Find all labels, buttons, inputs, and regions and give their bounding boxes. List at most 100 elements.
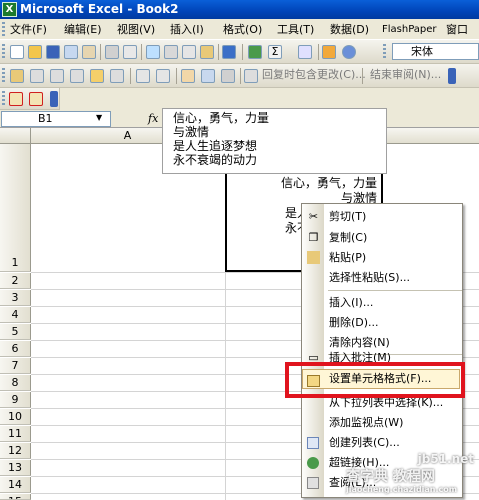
row-header-5[interactable]: 5 xyxy=(0,324,31,340)
edit-icon[interactable] xyxy=(181,69,195,83)
row-header-12[interactable]: 12 xyxy=(0,443,31,459)
name-box-value: B1 xyxy=(38,112,53,125)
menubar-grip[interactable] xyxy=(2,22,5,37)
menu-item-insert[interactable]: 插入(I)... xyxy=(302,292,462,314)
excel-icon[interactable]: X xyxy=(2,2,17,17)
name-box[interactable]: B1 xyxy=(1,111,111,127)
list-icon xyxy=(307,437,319,449)
toolbar-separator xyxy=(218,44,219,60)
send-icon[interactable] xyxy=(221,69,235,83)
row-header-11[interactable]: 11 xyxy=(0,426,31,442)
menu-item-label: 删除(D)... xyxy=(329,316,379,329)
font-name-value: 宋体 xyxy=(411,45,433,58)
sort-ascending-icon[interactable] xyxy=(298,45,312,59)
row-header-15[interactable]: 15 xyxy=(0,494,31,500)
row-header-6[interactable]: 6 xyxy=(0,341,31,357)
undo-icon[interactable] xyxy=(222,45,236,59)
show-comment-icon[interactable] xyxy=(70,69,84,83)
menu-insert[interactable]: 插入(I) xyxy=(170,22,204,37)
print-preview-icon[interactable] xyxy=(123,45,137,59)
end-review-button[interactable]: 结束审阅(N)... xyxy=(370,67,441,83)
previous-comment-icon[interactable] xyxy=(30,69,44,83)
save-icon[interactable] xyxy=(46,45,60,59)
toolbar-separator xyxy=(130,68,131,84)
cut-icon[interactable] xyxy=(164,45,178,59)
menu-view[interactable]: 视图(V) xyxy=(117,22,155,37)
menu-edit[interactable]: 编辑(E) xyxy=(64,22,102,37)
menu-item-create-list[interactable]: 创建列表(C)... xyxy=(302,432,462,454)
row-header-14[interactable]: 14 xyxy=(0,477,31,493)
email-icon[interactable] xyxy=(82,45,96,59)
menu-window[interactable]: 窗口(W) xyxy=(446,22,479,51)
menu-item-paste-special[interactable]: 选择性粘贴(S)... xyxy=(302,267,462,289)
font-name-box[interactable]: 宋体 xyxy=(392,43,479,60)
row-header-9[interactable]: 9 xyxy=(0,392,31,408)
chevron-down-icon[interactable]: ▼ xyxy=(96,113,102,122)
row-header-2[interactable]: 2 xyxy=(0,273,31,289)
copy-icon[interactable] xyxy=(182,45,196,59)
menu-item-label: 复制(C) xyxy=(329,231,368,244)
menu-data[interactable]: 数据(D) xyxy=(330,22,369,37)
cell-text-line: 信心，勇气，力量 xyxy=(280,176,377,190)
menu-item-paste[interactable]: 粘贴(P) xyxy=(302,247,462,269)
menu-item-delete[interactable]: 删除(D)... xyxy=(302,312,462,334)
open-icon[interactable] xyxy=(28,45,42,59)
row-header-13[interactable]: 13 xyxy=(0,460,31,476)
row-header-1[interactable]: 1 xyxy=(0,144,31,272)
menu-separator xyxy=(328,290,462,291)
hyperlink-icon[interactable] xyxy=(248,45,262,59)
row-header-3[interactable]: 3 xyxy=(0,290,31,306)
menu-item-label: 从下拉列表中选择(K)... xyxy=(329,396,444,409)
watermark-brand: jb51.net xyxy=(417,452,474,466)
pdf-mail-icon[interactable] xyxy=(29,92,43,106)
pdf-icon[interactable] xyxy=(9,92,23,106)
standard-toolbar: Σ 宋体 xyxy=(0,40,479,64)
menu-item-add-watch[interactable]: 添加监视点(W) xyxy=(302,412,462,434)
toolbar-grip[interactable] xyxy=(383,44,386,60)
fx-icon[interactable]: fx xyxy=(148,112,158,125)
format-cells-icon xyxy=(307,375,320,387)
autosum-icon[interactable]: Σ xyxy=(268,45,282,59)
help-icon[interactable] xyxy=(342,45,356,59)
new-icon[interactable] xyxy=(10,45,24,59)
toolbar-separator xyxy=(176,68,177,84)
menu-bar: 文件(F) 编辑(E) 视图(V) 插入(I) 格式(O) 工具(T) 数据(D… xyxy=(0,19,479,51)
menu-item-cut[interactable]: ✂ 剪切(T) xyxy=(302,206,462,228)
spelling-icon[interactable] xyxy=(146,45,160,59)
mail-recipient-icon[interactable] xyxy=(201,69,215,83)
paste-icon[interactable] xyxy=(200,45,214,59)
track-changes-icon[interactable] xyxy=(136,69,150,83)
toolbar-grip[interactable] xyxy=(2,68,5,84)
formula-content-box[interactable]: 信心，勇气，力量 与激情 是人生追逐梦想 永不衰竭的动力 xyxy=(162,108,387,174)
permission-icon[interactable] xyxy=(64,45,78,59)
chart-wizard-icon[interactable] xyxy=(322,45,336,59)
delete-comment-icon[interactable] xyxy=(110,69,124,83)
toolbar-separator xyxy=(318,44,319,60)
row-header-10[interactable]: 10 xyxy=(0,409,31,425)
toolbar-options-icon[interactable] xyxy=(50,91,58,107)
reply-with-changes-button[interactable]: 回复时包含更改(C)... xyxy=(262,67,366,83)
research-icon xyxy=(307,477,319,489)
select-all-button[interactable] xyxy=(0,128,31,144)
small-toolbar xyxy=(0,88,60,110)
menu-tools[interactable]: 工具(T) xyxy=(277,22,314,37)
menu-format[interactable]: 格式(O) xyxy=(223,22,262,37)
row-header-8[interactable]: 8 xyxy=(0,375,31,391)
row-header-7[interactable]: 7 xyxy=(0,358,31,374)
new-comment-icon[interactable] xyxy=(10,69,24,83)
print-icon[interactable] xyxy=(105,45,119,59)
menu-item-copy[interactable]: ❐ 复制(C) xyxy=(302,227,462,249)
menu-file[interactable]: 文件(F) xyxy=(10,22,47,37)
next-comment-icon[interactable] xyxy=(50,69,64,83)
toolbar-options-icon[interactable] xyxy=(448,68,456,84)
menu-flashpaper[interactable]: FlashPaper xyxy=(382,22,437,37)
window-title: Microsoft Excel - Book2 xyxy=(20,2,179,16)
toolbar-grip[interactable] xyxy=(2,44,5,60)
row-header-4[interactable]: 4 xyxy=(0,307,31,323)
watermark: jb51.net 查字典 教程网 jiaocheng.chazidian.com xyxy=(340,452,478,498)
reply-icon[interactable] xyxy=(244,69,258,83)
protect-icon[interactable] xyxy=(156,69,170,83)
hyperlink-icon xyxy=(307,457,319,469)
toolbar-grip[interactable] xyxy=(2,91,5,107)
show-all-comments-icon[interactable] xyxy=(90,69,104,83)
